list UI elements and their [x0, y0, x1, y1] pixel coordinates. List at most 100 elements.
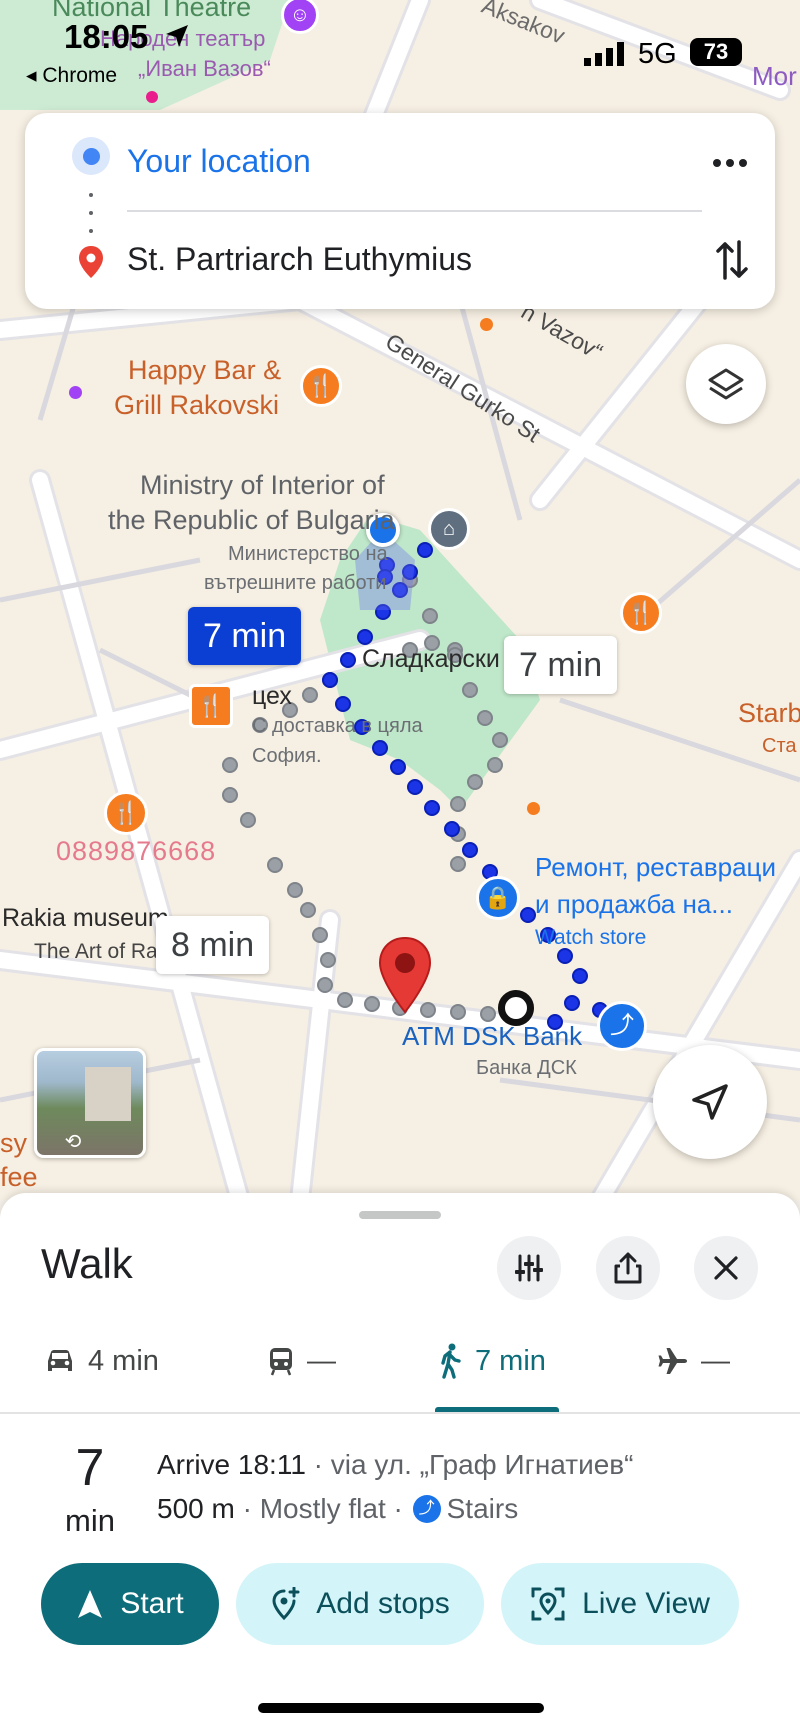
map-label-happy-bar-1[interactable]: Happy Bar &	[128, 355, 281, 386]
origin-dot-icon	[72, 137, 110, 175]
shopping-icon[interactable]: 🔒	[476, 876, 520, 920]
tab-flight[interactable]: —	[657, 1333, 730, 1389]
live-view-icon	[531, 1587, 565, 1621]
route-terrain: · Mostly flat ·	[234, 1493, 411, 1524]
destination-pin-small-icon	[79, 246, 103, 278]
map-label-happy-bar-2[interactable]: Grill Rakovski	[114, 390, 279, 421]
route-time-selected[interactable]: 7 min	[188, 607, 302, 665]
map-label-sweet-bg-2[interactable]: София.	[252, 745, 322, 768]
layers-icon	[708, 368, 744, 400]
share-icon	[614, 1252, 642, 1284]
flight-icon	[658, 1348, 687, 1374]
map-label-starb-bg[interactable]: Ста	[762, 735, 797, 758]
map-label-starb[interactable]: Starb	[738, 698, 800, 729]
connector-dot	[89, 211, 93, 215]
route-details-line: 500 m · Mostly flat · ⤴ Stairs	[157, 1493, 518, 1525]
map-label-repair-2[interactable]: и продажба на...	[535, 889, 733, 920]
back-to-chrome-link[interactable]: ◂ Chrome	[26, 63, 117, 88]
map-label-sweet-2[interactable]: цех	[252, 682, 292, 711]
directions-bottom-sheet: Walk 4 min — 7 min — 7 min Arrive 18:11 …	[0, 1193, 800, 1731]
cellular-signal-icon	[584, 42, 624, 66]
status-bar: 18:05 ◂ Chrome 5G 73	[0, 0, 800, 95]
map-label-ministry-2[interactable]: the Republic of Bulgaria	[108, 505, 395, 536]
recenter-button[interactable]	[653, 1045, 767, 1159]
tab-walk-label: 7 min	[475, 1344, 546, 1377]
start-label: Start	[120, 1587, 184, 1620]
live-view-button[interactable]: Live View	[501, 1563, 739, 1645]
tab-walk[interactable]: 7 min	[437, 1333, 546, 1389]
duration-value: 7	[75, 1439, 105, 1497]
destination-pin-icon[interactable]	[378, 936, 432, 1019]
map-label-phone[interactable]: 0889876668	[56, 836, 216, 867]
restaurant-icon[interactable]: 🍴	[620, 592, 662, 634]
stairs-icon[interactable]: ⤴	[597, 1001, 647, 1051]
stairs-badge-icon: ⤴	[412, 1495, 441, 1523]
rotate-360-icon: ⟲	[64, 1131, 82, 1153]
location-arrow-icon	[166, 25, 188, 47]
start-navigation-button[interactable]: Start	[41, 1563, 219, 1645]
map-label-watch-store[interactable]: Watch store	[535, 926, 646, 950]
map-label-repair-1[interactable]: Ремонт, реставраци	[535, 852, 776, 883]
building-shape	[85, 1067, 131, 1121]
battery-level: 73	[690, 38, 742, 66]
map-label-ministry-bg-2[interactable]: вътрешните работи	[204, 572, 386, 595]
restaurant-icon[interactable]: 🍴	[104, 791, 148, 835]
navigate-arrow-icon	[78, 1590, 103, 1618]
destination-input[interactable]: St. Partriarch Euthymius	[127, 241, 472, 278]
map-label-sweet-bg-1[interactable]: С доставка в цяла	[252, 715, 423, 738]
map-label-ministry-bg-1[interactable]: Министерство на	[228, 543, 388, 566]
car-icon	[48, 1350, 72, 1371]
add-stops-label: Add stops	[316, 1587, 450, 1620]
tab-drive[interactable]: 4 min	[44, 1333, 159, 1389]
map-label-coffee-2[interactable]: fee	[0, 1162, 38, 1193]
share-button[interactable]	[596, 1236, 660, 1300]
close-button[interactable]	[694, 1236, 758, 1300]
directions-card: Your location St. Partriarch Euthymius	[25, 113, 775, 309]
travel-mode-title: Walk	[41, 1240, 133, 1287]
home-indicator[interactable]	[258, 1703, 544, 1713]
layers-button[interactable]	[686, 344, 766, 424]
restaurant-icon[interactable]: 🍴	[300, 365, 342, 407]
connector-dot	[89, 229, 93, 233]
transit-icon	[270, 1348, 292, 1376]
route-stairs: Stairs	[446, 1493, 519, 1524]
poi-dot-orange	[527, 802, 540, 815]
route-via: · via ул. „Граф Игнатиев“	[305, 1449, 634, 1480]
poi-dot-orange	[480, 318, 493, 331]
duration-unit: min	[65, 1503, 115, 1538]
route-options-button[interactable]	[497, 1236, 561, 1300]
route-time-alt-2[interactable]: 8 min	[156, 916, 270, 974]
more-dots-icon	[713, 159, 747, 167]
card-divider	[127, 210, 702, 212]
map-label-rakia-2[interactable]: The Art of Ra	[34, 940, 158, 964]
route-time-alt-1[interactable]: 7 min	[504, 636, 618, 694]
add-location-icon	[272, 1587, 300, 1621]
swap-directions-button[interactable]	[710, 235, 754, 285]
map-label-ministry-1[interactable]: Ministry of Interior of	[140, 470, 385, 501]
restaurant-icon[interactable]: 🍴	[189, 684, 233, 728]
map-label-coffee-1[interactable]: sy	[0, 1128, 27, 1159]
map-label-atm-2[interactable]: Банка ДСК	[476, 1057, 577, 1080]
more-options-button[interactable]	[705, 143, 755, 183]
map-label-sweet-1[interactable]: Сладкарски	[362, 645, 500, 674]
tab-transit[interactable]: —	[267, 1333, 336, 1389]
poi-dot-purple	[69, 386, 82, 399]
network-type: 5G	[638, 38, 677, 70]
map-label-rakia-1[interactable]: Rakia museum	[2, 904, 169, 933]
origin-input[interactable]: Your location	[127, 143, 311, 180]
map-label-atm-1[interactable]: ATM DSK Bank	[402, 1021, 582, 1052]
street-view-thumbnail[interactable]: ⟲	[34, 1048, 146, 1158]
walk-icon	[441, 1343, 461, 1379]
tab-drive-label: 4 min	[88, 1344, 159, 1377]
origin-dot-inner	[82, 147, 100, 165]
close-icon	[714, 1256, 738, 1280]
connector-dot	[89, 193, 93, 197]
arrival-line: Arrive 18:11 · via ул. „Граф Игнатиев“	[157, 1449, 634, 1481]
route-connector-dots	[89, 193, 93, 233]
swap-arrows-icon	[716, 240, 748, 280]
arrival-time: Arrive 18:11	[157, 1449, 306, 1480]
government-icon[interactable]: ⌂	[428, 508, 470, 550]
add-stops-button[interactable]: Add stops	[236, 1563, 484, 1645]
sheet-drag-handle[interactable]	[359, 1211, 441, 1219]
status-time: 18:05	[64, 18, 149, 55]
